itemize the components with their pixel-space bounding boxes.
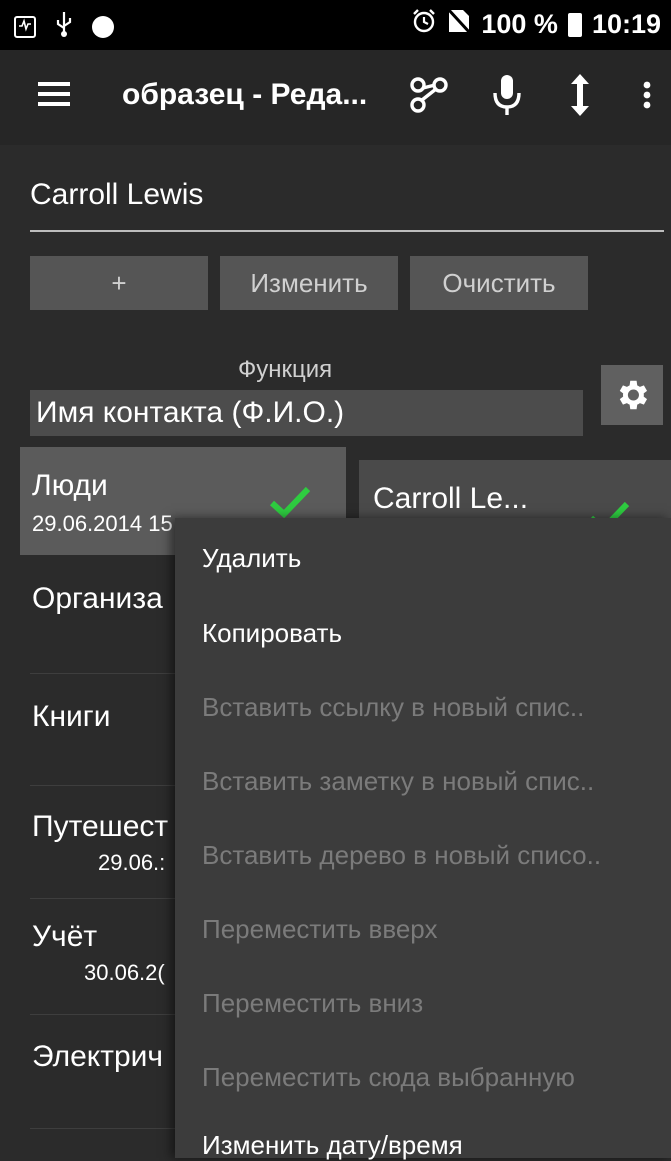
menu-item-move-up[interactable]: Переместить вверх [202, 914, 437, 945]
menu-item-move-selected-here[interactable]: Переместить сюда выбранную [202, 1062, 575, 1093]
list-item-title: Путешест [32, 810, 169, 843]
add-button[interactable]: + [30, 256, 208, 310]
share-nodes-icon[interactable] [400, 70, 460, 120]
menu-item-paste-tree[interactable]: Вставить дерево в новый списо.. [202, 840, 601, 871]
function-label: Функция [238, 356, 333, 383]
list-item-title: Люди [32, 469, 108, 502]
list-item-date: 29.06.: [98, 850, 166, 875]
battery-percent: 100 % [481, 9, 558, 39]
context-menu: Удалить Копировать Вставить ссылку в нов… [175, 518, 671, 1161]
alarm-icon [411, 8, 437, 41]
more-icon[interactable] [632, 70, 662, 120]
activity-icon [14, 15, 36, 38]
settings-button[interactable] [601, 365, 663, 425]
clock: 10:19 [591, 9, 661, 39]
menu-icon[interactable] [38, 82, 70, 112]
list-item-title: Учёт [32, 920, 98, 953]
circle-icon [92, 15, 114, 38]
microphone-icon[interactable] [482, 70, 532, 120]
selected-item-label: Carroll Le... [373, 482, 529, 515]
check-icon [269, 486, 311, 519]
contact-name-input[interactable]: Carroll Lewis [30, 178, 203, 212]
clear-button[interactable]: Очистить [410, 256, 588, 310]
list-item-date: 30.06.2( [84, 960, 165, 985]
page-title: образец - Реда... [122, 78, 368, 111]
list-item-title: Электрич [32, 1040, 164, 1073]
menu-item-paste-note[interactable]: Вставить заметку в новый спис.. [202, 766, 594, 797]
menu-item-move-down[interactable]: Переместить вниз [202, 988, 423, 1019]
menu-item-change-datetime[interactable]: Изменить дату/время [202, 1130, 463, 1161]
input-underline [30, 230, 664, 232]
list-item-title: Книги [32, 700, 111, 733]
usb-icon [54, 10, 74, 43]
menu-item-delete[interactable]: Удалить [202, 543, 301, 574]
resize-vertical-icon[interactable] [560, 70, 600, 120]
function-select[interactable]: Имя контакта (Ф.И.О.) [30, 390, 583, 436]
menu-item-paste-link[interactable]: Вставить ссылку в новый спис.. [202, 692, 584, 723]
app-toolbar: образец - Реда... [0, 50, 671, 145]
status-bar: 100 % 10:19 [0, 0, 671, 50]
battery-icon [567, 12, 582, 37]
edit-button[interactable]: Изменить [220, 256, 398, 310]
list-item-title: Организа [32, 582, 163, 615]
list-item-date: 29.06.2014 15 [32, 511, 173, 536]
no-sim-icon [447, 7, 472, 41]
gear-icon [619, 380, 648, 410]
menu-item-copy[interactable]: Копировать [202, 618, 342, 649]
